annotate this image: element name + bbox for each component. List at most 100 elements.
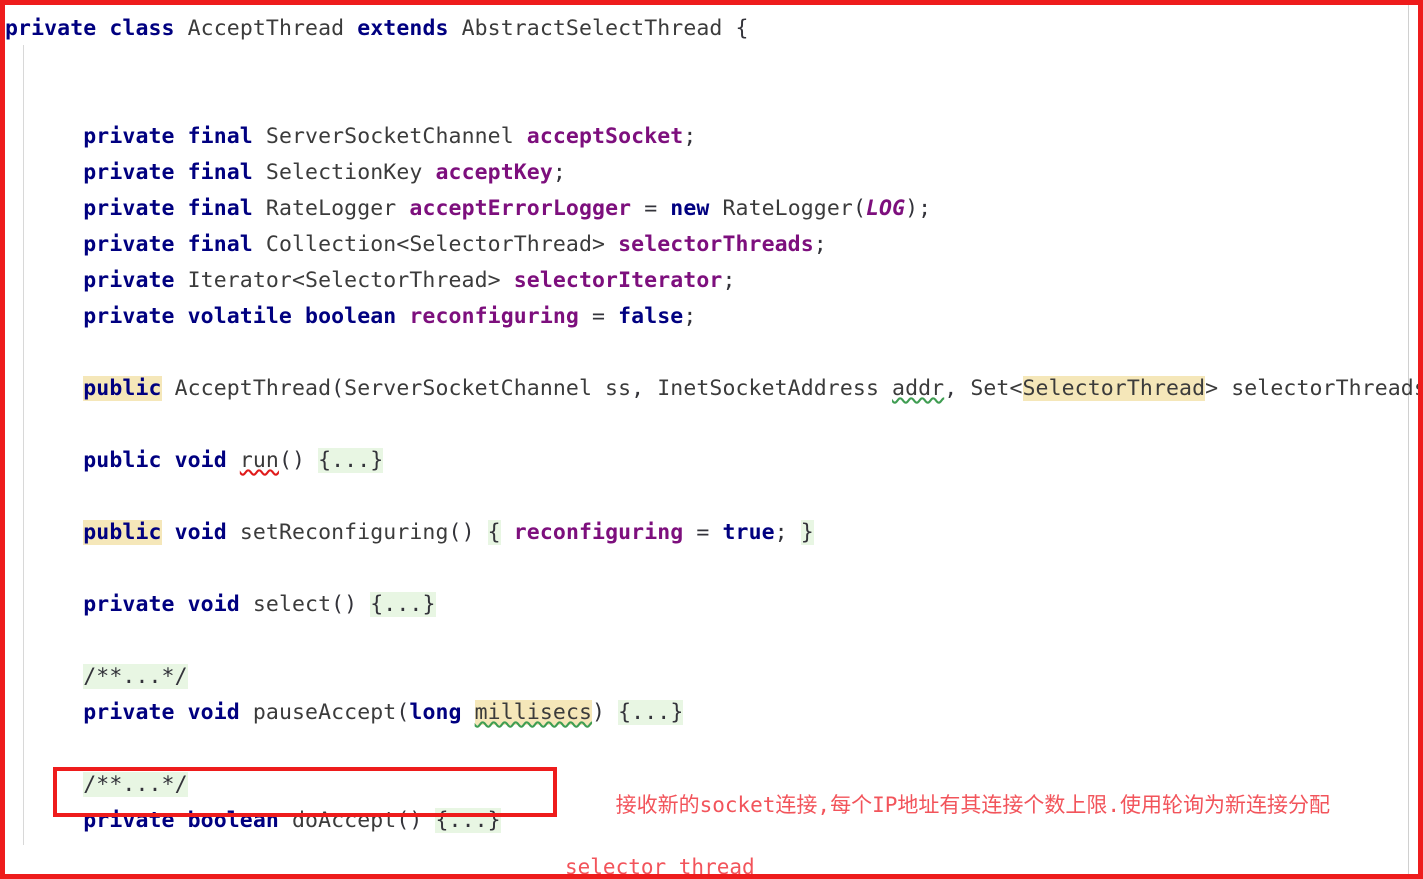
code-token: SelectionKey <box>265 160 423 185</box>
code-line[interactable] <box>5 623 1418 659</box>
code-token: = <box>578 304 619 329</box>
code-token: SelectorThread <box>1022 376 1206 401</box>
code-token: () <box>448 520 488 545</box>
code-token: final <box>187 232 253 257</box>
code-token: ; <box>683 304 697 329</box>
code-token: pauseAccept <box>252 700 397 725</box>
code-token: private <box>5 16 97 41</box>
code-line[interactable] <box>5 83 1418 119</box>
code-token: acceptKey <box>435 160 553 185</box>
code-token: public <box>83 520 162 545</box>
code-line[interactable]: private final RateLogger acceptErrorLogg… <box>5 191 1418 227</box>
code-line[interactable]: private final Collection<SelectorThread>… <box>5 227 1418 263</box>
code-token: setReconfiguring <box>239 520 449 545</box>
code-token: = <box>683 520 723 545</box>
code-token: RateLogger <box>265 196 397 221</box>
code-token: public <box>83 376 162 401</box>
code-token: selectorThreads <box>1231 376 1423 401</box>
code-token: = <box>631 196 671 221</box>
code-line[interactable]: private void pauseAccept(long millisecs)… <box>5 695 1418 731</box>
code-token: void <box>187 592 240 617</box>
code-line[interactable]: private Iterator<SelectorThread> selecto… <box>5 263 1418 299</box>
code-token: private <box>83 700 175 725</box>
code-token: ; <box>774 520 801 545</box>
code-line[interactable]: /**...*/ <box>5 659 1418 695</box>
code-token: () <box>396 808 436 833</box>
code-token: /**...*/ <box>83 772 188 797</box>
annotation-line-1: 接收新的socket连接,每个IP地址有其连接个数上限.使用轮询为新连接分配 <box>615 793 1331 817</box>
code-token: () <box>278 448 319 473</box>
code-token: ( <box>852 196 866 221</box>
code-token: , <box>944 376 971 401</box>
code-token: selectorThreads <box>618 232 814 257</box>
code-token: , <box>631 376 658 401</box>
code-line[interactable]: public AcceptThread(ServerSocketChannel … <box>5 371 1418 407</box>
code-line[interactable] <box>5 47 1418 83</box>
code-token: {...} <box>618 700 684 725</box>
code-line[interactable]: private final ServerSocketChannel accept… <box>5 119 1418 155</box>
code-line[interactable] <box>5 479 1418 515</box>
code-token: Iterator<SelectorThread> <box>187 268 501 293</box>
code-line[interactable]: public void run() {...} <box>5 443 1418 479</box>
code-token: long <box>409 700 462 725</box>
code-line[interactable]: private final SelectionKey acceptKey; <box>5 155 1418 191</box>
code-token: ServerSocketChannel <box>265 124 514 149</box>
code-token: false <box>618 304 684 329</box>
code-token: ; <box>813 232 827 257</box>
code-line[interactable]: } <box>5 875 1418 879</box>
code-token: AbstractSelectThread <box>461 16 723 41</box>
code-token: boolean <box>305 304 397 329</box>
code-line[interactable]: private volatile boolean reconfiguring =… <box>5 299 1418 335</box>
code-token: { <box>487 520 501 545</box>
code-token: reconfiguring <box>513 520 684 545</box>
code-token: ; <box>552 160 566 185</box>
code-line[interactable]: private class AcceptThread extends Abstr… <box>5 11 1418 47</box>
code-token: private <box>83 124 175 149</box>
code-token: } <box>800 520 814 545</box>
code-token: ); <box>905 196 932 221</box>
code-token: () <box>331 592 371 617</box>
code-line[interactable]: public void setReconfiguring() { reconfi… <box>5 515 1418 551</box>
code-token: public <box>83 448 162 473</box>
code-token: {...} <box>318 448 384 473</box>
code-editor-area[interactable]: private class AcceptThread extends Abstr… <box>5 5 1418 879</box>
code-token: {...} <box>435 808 501 833</box>
code-line[interactable] <box>5 551 1418 587</box>
code-line[interactable]: private void select() {...} <box>5 587 1418 623</box>
code-token: private <box>83 268 175 293</box>
code-token: final <box>187 160 253 185</box>
code-line[interactable] <box>5 335 1418 371</box>
code-line[interactable] <box>5 407 1418 443</box>
code-token: AcceptThread <box>187 16 345 41</box>
code-token: ; <box>683 124 697 149</box>
